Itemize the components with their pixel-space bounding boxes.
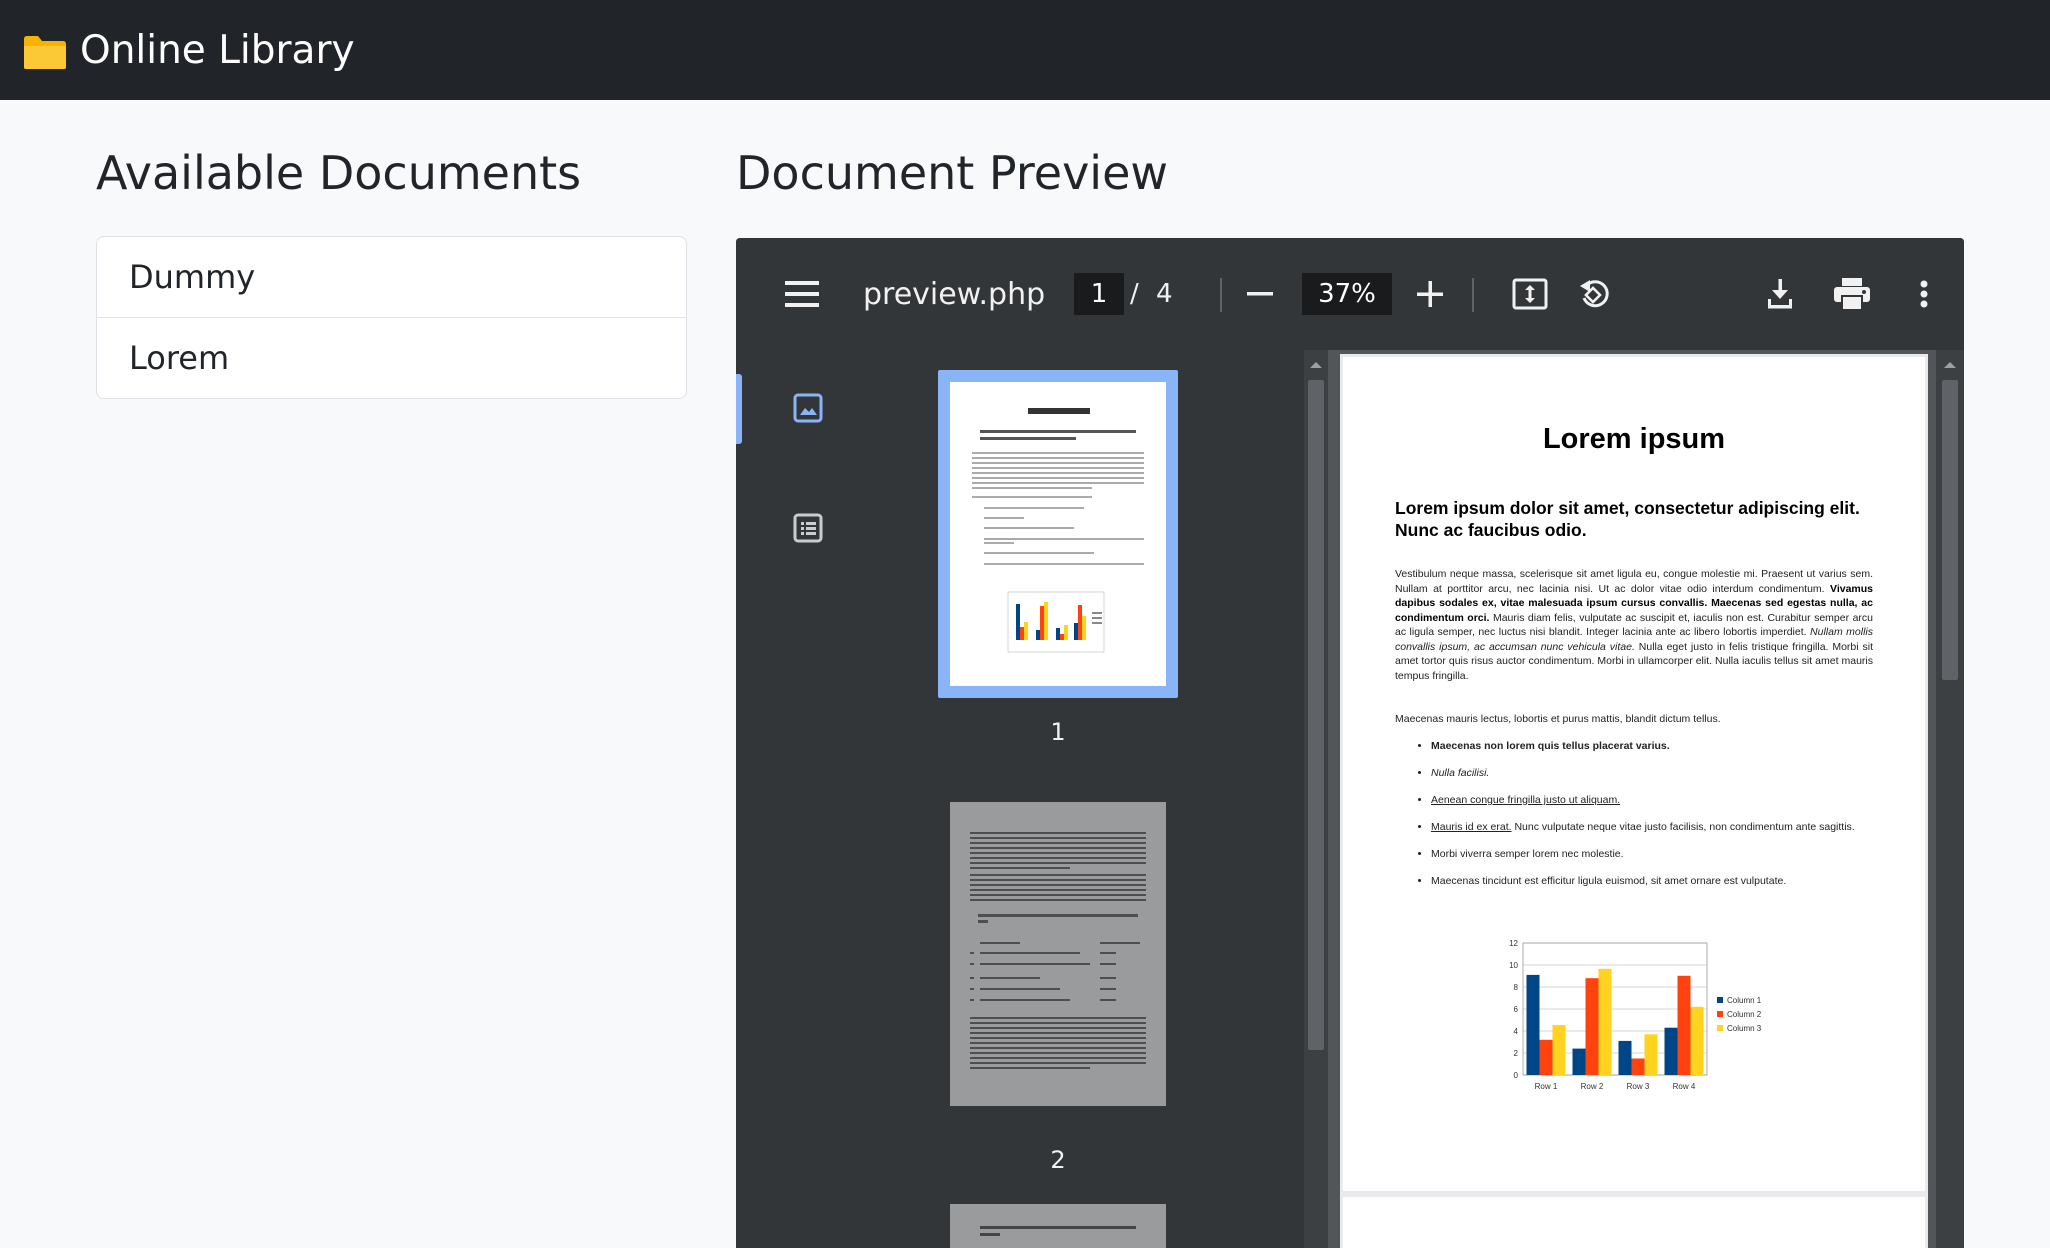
top-navbar: Online Library bbox=[0, 0, 2050, 100]
documents-heading: Available Documents bbox=[96, 146, 582, 200]
rotate-icon[interactable] bbox=[1570, 270, 1618, 318]
outline-view-icon[interactable] bbox=[782, 502, 834, 554]
page-number-input[interactable]: 1 bbox=[1074, 273, 1124, 315]
body-text: Vestibulum neque massa, scelerisque sit … bbox=[1395, 568, 1873, 595]
pdf-toolbar: preview.php 1 / 4 37% bbox=[736, 238, 1964, 350]
chart-bar bbox=[1585, 978, 1599, 1075]
active-view-indicator bbox=[736, 374, 742, 444]
preview-heading: Document Preview bbox=[736, 146, 1168, 200]
app-title: Online Library bbox=[80, 27, 355, 73]
print-icon[interactable] bbox=[1828, 270, 1876, 318]
list-item: Mauris id ex erat. Nunc vulputate neque … bbox=[1431, 820, 1891, 834]
app-brand[interactable]: Online Library bbox=[22, 28, 355, 73]
toolbar-divider bbox=[1220, 278, 1222, 312]
chart-bar bbox=[1526, 974, 1540, 1075]
zoom-in-icon[interactable] bbox=[1406, 270, 1454, 318]
chart-x-tick-label: Row 2 bbox=[1581, 1082, 1604, 1089]
chart-bar bbox=[1552, 1025, 1566, 1075]
folder-icon bbox=[24, 36, 66, 69]
pdf-page-1: Lorem ipsum Lorem ipsum dolor sit amet, … bbox=[1340, 354, 1928, 1194]
page-thumbnail-3[interactable] bbox=[938, 1192, 1178, 1248]
chart-x-tick-label: Row 4 bbox=[1673, 1082, 1696, 1089]
chart-x-tick-label: Row 1 bbox=[1535, 1082, 1558, 1089]
chart-bar bbox=[1618, 1040, 1632, 1075]
thumbnail-scrollbar[interactable] bbox=[1304, 350, 1328, 1248]
list-item: Morbi viverra semper lorem nec molestie. bbox=[1431, 847, 1891, 861]
list-item: Nulla facilisi. bbox=[1431, 766, 1891, 780]
thumbnails-view-icon[interactable] bbox=[782, 382, 834, 434]
chart-legend-label: Column 3 bbox=[1727, 1024, 1762, 1033]
list-item: Maecenas tincidunt est efficitur ligula … bbox=[1431, 874, 1891, 888]
pdf-viewer: preview.php 1 / 4 37% 1 2 Lorem ipsum Lo… bbox=[736, 238, 1964, 1248]
chart-y-tick-label: 0 bbox=[1514, 1071, 1519, 1080]
chart-y-tick-label: 12 bbox=[1509, 939, 1518, 948]
page-title: Lorem ipsum bbox=[1542, 423, 1726, 455]
thumbnail-page-image bbox=[950, 382, 1166, 686]
chart-y-tick-label: 8 bbox=[1514, 983, 1519, 992]
chart-legend-swatch bbox=[1717, 1011, 1723, 1017]
pdf-page-2 bbox=[1340, 1194, 1928, 1248]
chart-y-tick-label: 10 bbox=[1509, 961, 1518, 970]
chart-x-tick-label: Row 3 bbox=[1627, 1082, 1650, 1089]
thumbnail-page-number: 1 bbox=[1050, 718, 1066, 746]
list-item-link[interactable]: Mauris id ex erat. bbox=[1431, 821, 1512, 833]
page-bullet-list: Maecenas non lorem quis tellus placerat … bbox=[1415, 739, 1891, 901]
thumbnail-sidebar: 1 2 bbox=[736, 350, 1328, 1248]
page-body-paragraph: Vestibulum neque massa, scelerisque sit … bbox=[1395, 567, 1873, 683]
chart-bar bbox=[1690, 1006, 1704, 1075]
page-subtitle: Lorem ipsum dolor sit amet, consectetur … bbox=[1395, 498, 1860, 540]
fit-page-icon[interactable] bbox=[1506, 270, 1554, 318]
chart-y-tick-label: 4 bbox=[1514, 1027, 1519, 1036]
list-item-text: Morbi viverra semper lorem nec molestie. bbox=[1431, 848, 1624, 860]
list-item-italic-text: Nulla facilisi. bbox=[1431, 767, 1490, 779]
list-item-text: Nunc vulputate neque vitae justo facilis… bbox=[1511, 821, 1855, 833]
list-item: Aenean congue fringilla justo ut aliquam… bbox=[1431, 793, 1891, 807]
document-item-lorem[interactable]: Lorem bbox=[97, 318, 686, 398]
chart-bar bbox=[1598, 968, 1612, 1075]
page-paragraph-2: Maecenas mauris lectus, lobortis et puru… bbox=[1395, 713, 1721, 725]
bar-chart: 0 2 4 6 8 10 12 Row 1 Row 2 Row 3 Row 4 Column 1 Col… bbox=[1509, 939, 1762, 1089]
chart-bar bbox=[1644, 1034, 1658, 1075]
page-scrollbar[interactable] bbox=[1936, 350, 1964, 1248]
page-scrollbar-thumb[interactable] bbox=[1942, 380, 1958, 680]
chart-y-tick-label: 2 bbox=[1514, 1049, 1519, 1058]
list-item: Maecenas non lorem quis tellus placerat … bbox=[1431, 739, 1891, 753]
chart-legend-label: Column 1 bbox=[1727, 996, 1762, 1005]
thumbnail-page-image bbox=[950, 802, 1166, 1106]
page-thumbnail-2[interactable]: 2 bbox=[938, 790, 1178, 1190]
list-item-bold-text: Maecenas non lorem quis tellus placerat … bbox=[1431, 740, 1670, 752]
toolbar-divider bbox=[1472, 278, 1474, 312]
document-item-dummy[interactable]: Dummy bbox=[97, 237, 686, 318]
chart-bar bbox=[1572, 1048, 1586, 1075]
list-item-text: Maecenas tincidunt est efficitur ligula … bbox=[1431, 875, 1787, 887]
chart-y-tick-label: 6 bbox=[1514, 1005, 1519, 1014]
thumbnail-page-number: 2 bbox=[1050, 1146, 1066, 1174]
zoom-out-icon[interactable] bbox=[1236, 270, 1284, 318]
document-list: Dummy Lorem bbox=[96, 236, 687, 399]
page-thumbnail-1[interactable]: 1 bbox=[938, 370, 1178, 790]
chart-legend-swatch bbox=[1717, 997, 1723, 1003]
download-icon[interactable] bbox=[1756, 270, 1804, 318]
page-separator: / bbox=[1130, 279, 1139, 309]
chart-bar bbox=[1677, 975, 1691, 1075]
chart-bar bbox=[1539, 1039, 1553, 1075]
chart-bar bbox=[1664, 1027, 1678, 1075]
thumbnail-page-image bbox=[950, 1204, 1166, 1248]
chart-legend-label: Column 2 bbox=[1727, 1010, 1762, 1019]
chart-legend-swatch bbox=[1717, 1025, 1723, 1031]
zoom-level-input[interactable]: 37% bbox=[1302, 273, 1392, 315]
pdf-filename: preview.php bbox=[863, 276, 1046, 312]
page-count: 4 bbox=[1156, 279, 1173, 309]
menu-icon[interactable] bbox=[778, 270, 826, 318]
thumbnail-scrollbar-thumb[interactable] bbox=[1308, 380, 1324, 1050]
list-item-underlined-text: Aenean congue fringilla justo ut aliquam… bbox=[1431, 794, 1621, 806]
chart-bar bbox=[1631, 1058, 1645, 1075]
more-options-icon[interactable] bbox=[1900, 270, 1948, 318]
